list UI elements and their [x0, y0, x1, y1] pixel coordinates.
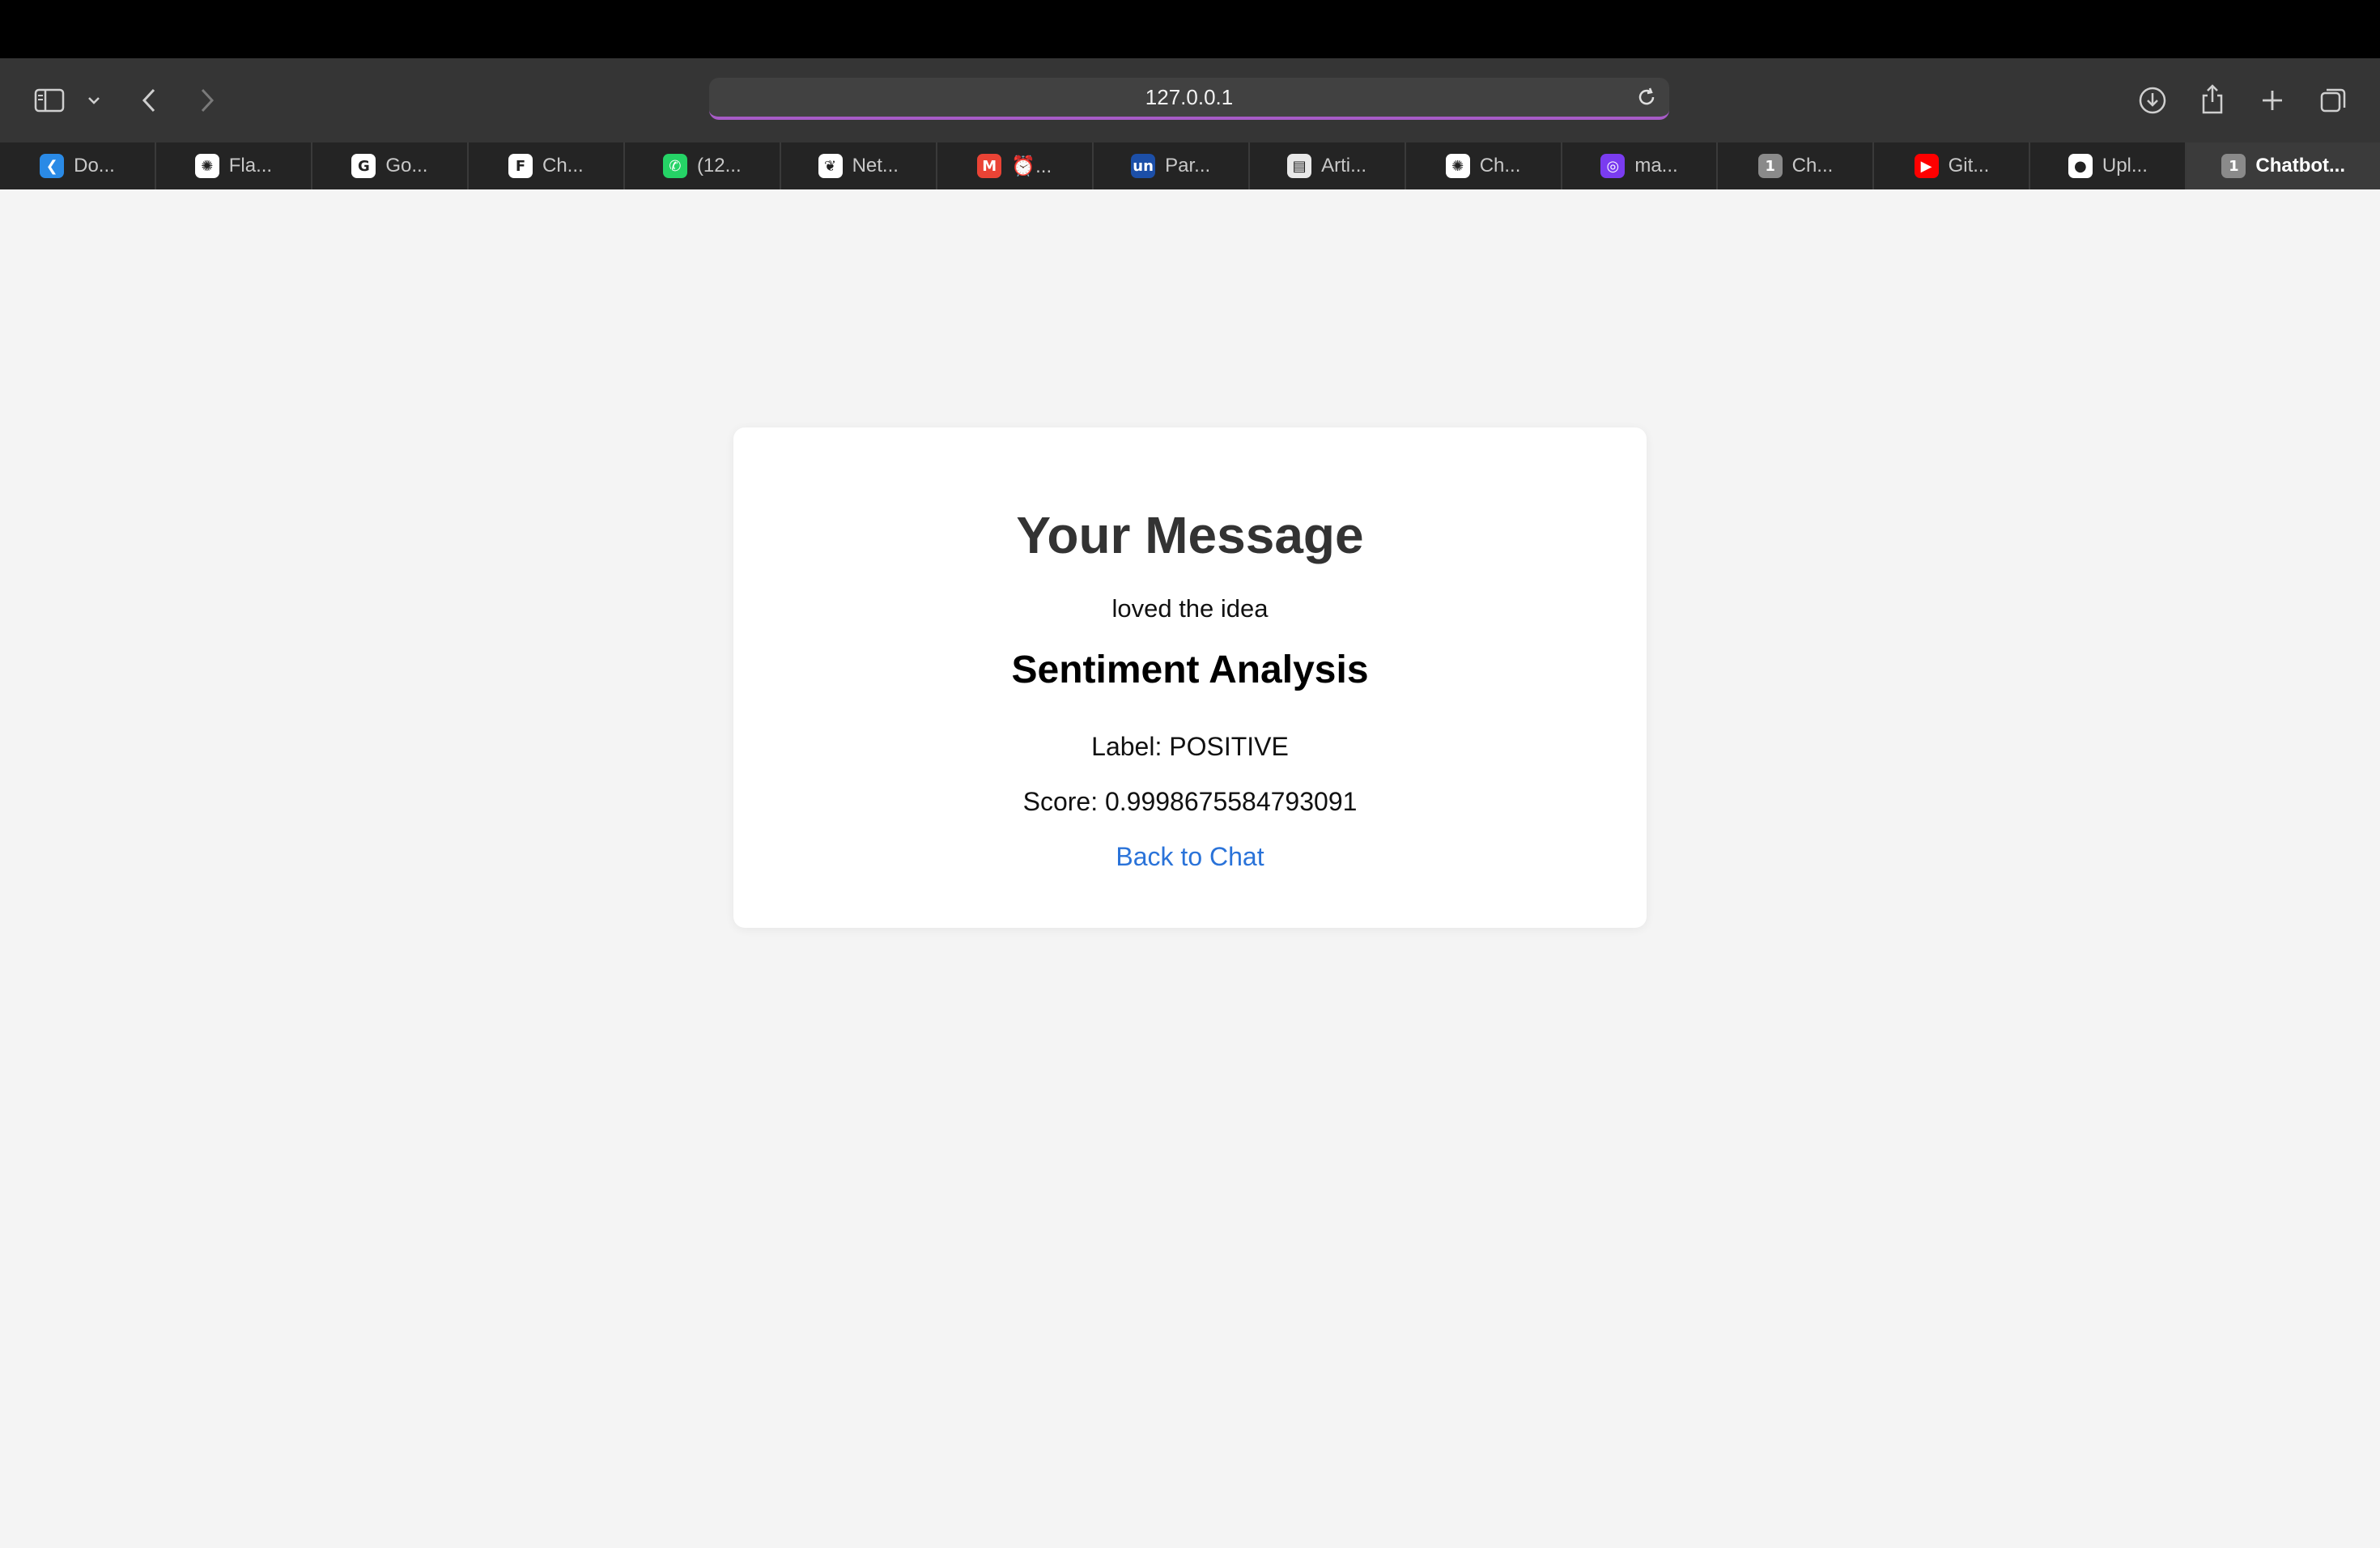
address-bar[interactable]: 127.0.0.1 [709, 78, 1669, 120]
tab-label: (12... [696, 155, 742, 176]
sentiment-label-text: Label: POSITIVE [1091, 732, 1289, 761]
article-icon: ▤ [1287, 154, 1312, 178]
tab-label: Go... [385, 155, 428, 176]
forward-icon[interactable] [193, 83, 222, 118]
figma-icon: F [508, 154, 533, 178]
sentiment-heading: Sentiment Analysis [1011, 649, 1369, 691]
tab-label: Net... [852, 155, 899, 176]
share-icon[interactable] [2197, 79, 2228, 118]
new-tab-icon[interactable] [2257, 83, 2288, 118]
browser-tab[interactable]: 1 Chatbot... [2187, 142, 2380, 189]
browser-tab[interactable]: ▶ Git... [1874, 142, 2031, 189]
chevron-down-icon[interactable] [84, 91, 104, 110]
tab-overview-icon[interactable] [2317, 83, 2349, 118]
browser-tab[interactable]: G Go... [312, 142, 469, 189]
google-icon: G [351, 154, 376, 178]
tab-label: Ch... [542, 155, 584, 176]
tab-bar: ❮ Do... ✺ Fla... G Go... F Ch... ✆ (12... ❦ Net... M… [0, 142, 2380, 189]
mongodb-icon: ❦ [818, 154, 843, 178]
tab-label: Ch... [1791, 155, 1834, 176]
sentiment-score-text: Score: 0.9998675584793091 [1022, 787, 1358, 816]
tab-label: Arti... [1321, 155, 1367, 176]
browser-tab[interactable]: F Ch... [469, 142, 625, 189]
github-icon: ● [2068, 154, 2093, 178]
tab-label: Do... [74, 155, 115, 176]
user-message-text: loved the idea [1111, 594, 1269, 623]
tab-label: ma... [1634, 155, 1678, 176]
chatgpt-icon: ✺ [1445, 154, 1470, 178]
browser-tab[interactable]: ✺ Ch... [1406, 142, 1562, 189]
browser-tab[interactable]: ◎ ma... [1562, 142, 1719, 189]
url-text: 127.0.0.1 [1145, 84, 1234, 109]
browser-tab[interactable]: ● Upl... [2030, 142, 2187, 189]
browser-tab[interactable]: ▤ Arti... [1250, 142, 1406, 189]
tab-label: Par... [1165, 155, 1211, 176]
youtube-icon: ▶ [1914, 154, 1939, 178]
back-icon[interactable] [134, 83, 164, 118]
tab-label: Upl... [2102, 155, 2148, 176]
unstop-icon: un [1131, 154, 1156, 178]
gmail-icon: M [977, 154, 1002, 178]
download-icon[interactable] [2137, 83, 2168, 118]
browser-toolbar: 127.0.0.1 [0, 58, 2380, 142]
reload-icon[interactable] [1635, 86, 1658, 114]
browser-tab[interactable]: 1 Ch... [1718, 142, 1875, 189]
tab-label: Fla... [228, 155, 273, 176]
system-menu-bar [0, 0, 2380, 58]
browser-tab[interactable]: M ⏰... [937, 142, 1094, 189]
sidebar-toggle-icon[interactable] [32, 84, 66, 117]
tab-label: Chatbot... [2255, 155, 2346, 176]
result-card: Your Message loved the idea Sentiment An… [733, 427, 1647, 928]
browser-tab[interactable]: ✆ (12... [625, 142, 781, 189]
whatsapp-icon: ✆ [662, 154, 687, 178]
page-title: Your Message [1016, 506, 1364, 564]
app-icon: ◎ [1600, 154, 1626, 178]
back-to-chat-link[interactable]: Back to Chat [733, 842, 1647, 872]
browser-tab[interactable]: un Par... [1094, 142, 1250, 189]
browser-tab[interactable]: ❦ Net... [781, 142, 937, 189]
tab-label: ⏰... [1011, 155, 1052, 177]
number-one-icon: 1 [2221, 154, 2246, 178]
number-one-icon: 1 [1757, 154, 1783, 178]
vscode-icon: ❮ [40, 154, 65, 178]
browser-tab[interactable]: ❮ Do... [0, 142, 156, 189]
browser-tab[interactable]: ✺ Fla... [156, 142, 312, 189]
tab-label: Git... [1948, 155, 1990, 176]
tab-label: Ch... [1479, 155, 1521, 176]
chatgpt-icon: ✺ [194, 154, 219, 178]
